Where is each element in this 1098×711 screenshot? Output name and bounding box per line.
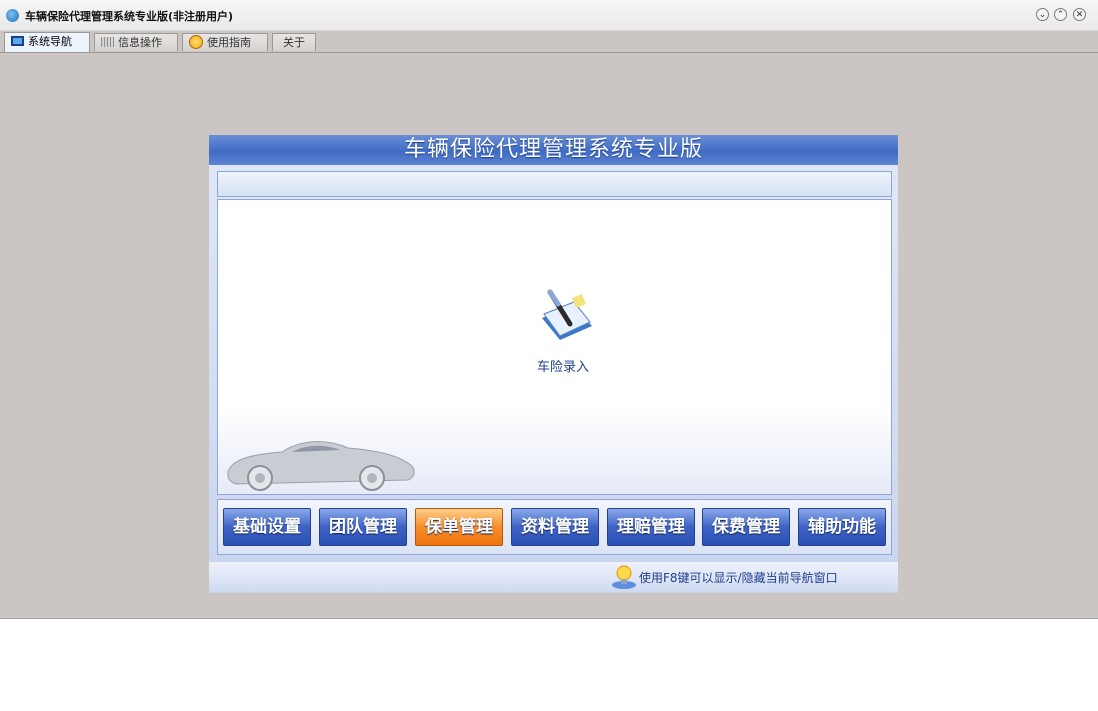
maximize-icon[interactable]: ⌃ bbox=[1054, 8, 1067, 21]
team-management-button[interactable]: 团队管理 bbox=[319, 508, 407, 546]
document-pen-icon[interactable] bbox=[536, 284, 596, 347]
tab-user-guide[interactable]: 使用指南 bbox=[182, 33, 268, 51]
tab-label: 使用指南 bbox=[207, 36, 251, 49]
tab-system-navigation[interactable]: 系统导航 bbox=[4, 32, 90, 52]
title-bar: 车辆保险代理管理系统专业版(非注册用户) ⌄ ⌃ ✕ bbox=[0, 0, 1098, 31]
tab-about[interactable]: 关于 bbox=[272, 33, 316, 51]
app-icon bbox=[6, 9, 19, 22]
close-icon[interactable]: ✕ bbox=[1073, 8, 1086, 21]
navigation-panel: 车辆保险代理管理系统专业版 车险录入 基础设置 团队管理 保单管理 资料管理 理… bbox=[209, 135, 898, 593]
main-window: 车辆保险代理管理系统专业版(非注册用户) ⌄ ⌃ ✕ 系统导航 信息操作 使用指… bbox=[0, 0, 1098, 619]
premium-management-button[interactable]: 保费管理 bbox=[702, 508, 790, 546]
hint-bar: 使用F8键可以显示/隐藏当前导航窗口 bbox=[209, 562, 898, 592]
tab-label: 系统导航 bbox=[28, 35, 72, 48]
panel-body: 车险录入 基础设置 团队管理 保单管理 资料管理 理赔管理 保费管理 辅助功能 … bbox=[209, 165, 898, 593]
policy-management-button[interactable]: 保单管理 bbox=[415, 508, 503, 546]
grid-icon bbox=[101, 37, 114, 47]
window-title: 车辆保险代理管理系统专业版(非注册用户) bbox=[25, 10, 234, 23]
lightbulb-icon bbox=[611, 563, 637, 594]
basic-settings-button[interactable]: 基础设置 bbox=[223, 508, 311, 546]
tab-label: 关于 bbox=[283, 36, 305, 49]
panel-title: 车辆保险代理管理系统专业版 bbox=[209, 135, 898, 165]
help-icon bbox=[189, 35, 203, 49]
tab-info-operation[interactable]: 信息操作 bbox=[94, 33, 178, 51]
auxiliary-functions-button[interactable]: 辅助功能 bbox=[798, 508, 886, 546]
entry-label[interactable]: 车险录入 bbox=[518, 356, 608, 375]
data-management-button[interactable]: 资料管理 bbox=[511, 508, 599, 546]
hint-text: 使用F8键可以显示/隐藏当前导航窗口 bbox=[639, 571, 838, 585]
car-image bbox=[222, 432, 422, 495]
module-button-strip: 基础设置 团队管理 保单管理 资料管理 理赔管理 保费管理 辅助功能 bbox=[217, 499, 892, 555]
claims-management-button[interactable]: 理赔管理 bbox=[607, 508, 695, 546]
minimize-icon[interactable]: ⌄ bbox=[1036, 8, 1049, 21]
tab-bar: 系统导航 信息操作 使用指南 关于 bbox=[0, 30, 1098, 53]
panel-subheader bbox=[217, 171, 892, 197]
panel-content: 车险录入 bbox=[217, 199, 892, 495]
nav-icon bbox=[11, 36, 24, 46]
tab-label: 信息操作 bbox=[118, 36, 162, 49]
